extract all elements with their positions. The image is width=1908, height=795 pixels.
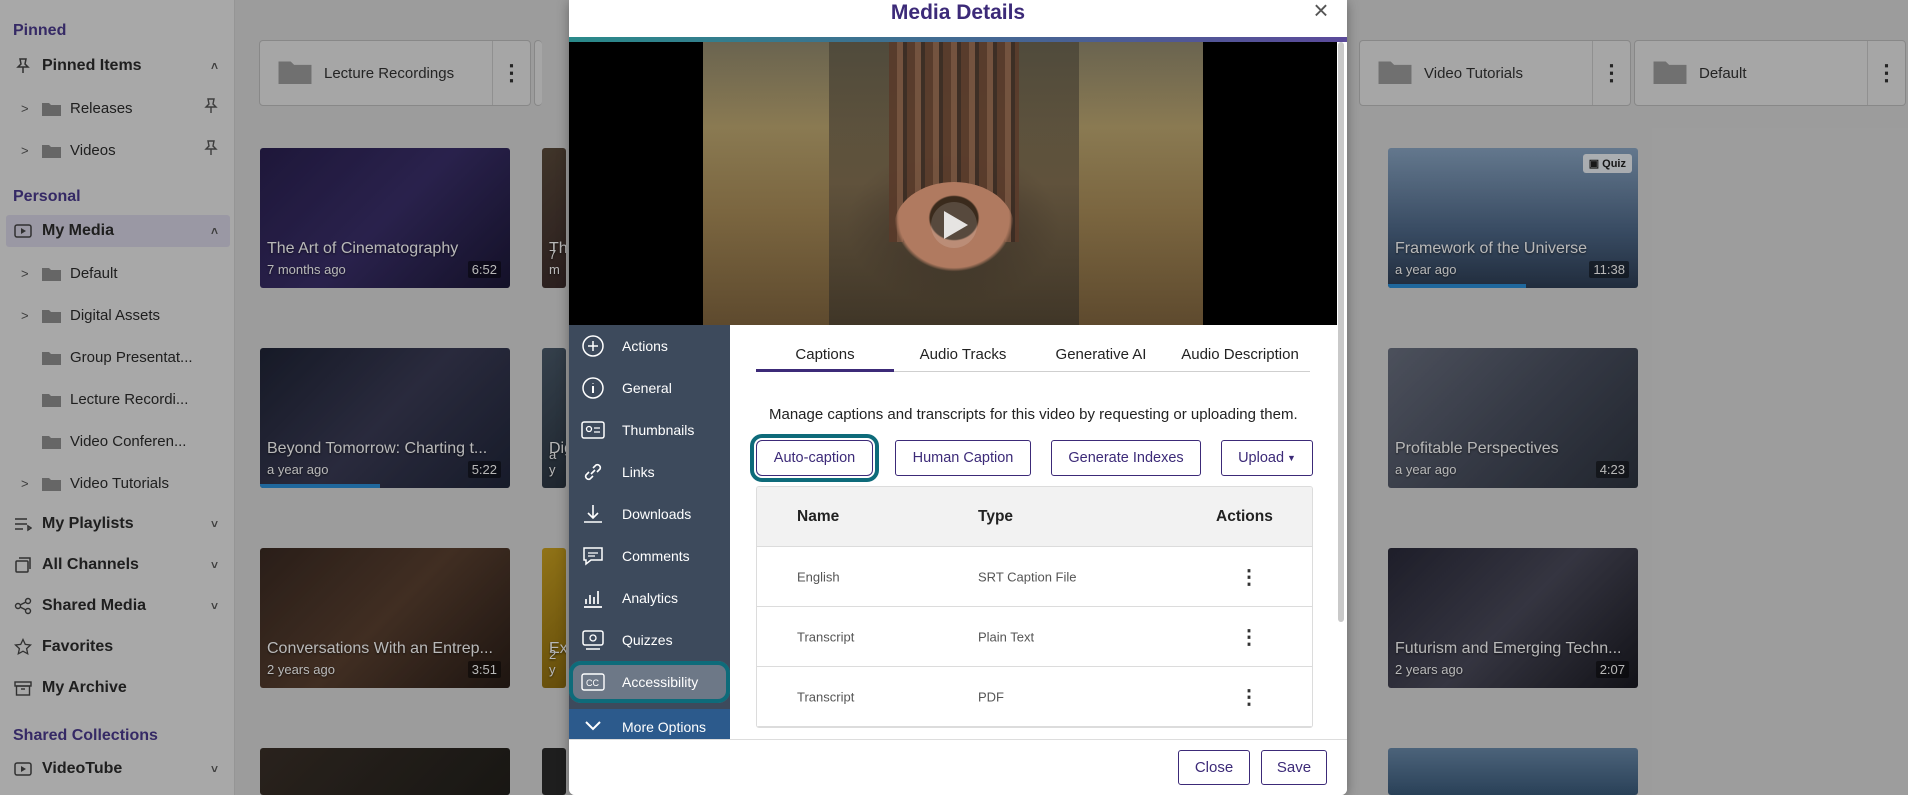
scrollbar-thumb[interactable] (1338, 42, 1344, 622)
nav-label: General (622, 380, 672, 396)
closed-captions-icon: CC (580, 669, 606, 695)
play-icon[interactable] (931, 202, 977, 248)
more-vertical-icon[interactable]: ⋮ (1239, 684, 1259, 709)
upload-label: Upload (1238, 450, 1285, 466)
caption-name: English (797, 569, 840, 584)
captions-table: Name Type Actions English SRT Caption Fi… (756, 486, 1313, 728)
captions-description: Manage captions and transcripts for this… (769, 406, 1298, 423)
nav-item-quizzes[interactable]: Quizzes (569, 619, 730, 661)
table-row: Transcript Plain Text ⋮ (757, 607, 1312, 667)
human-caption-button[interactable]: Human Caption (895, 440, 1031, 476)
nav-item-thumbnails[interactable]: Thumbnails (569, 409, 730, 451)
more-vertical-icon[interactable]: ⋮ (1239, 564, 1259, 589)
column-header-actions: Actions (1216, 507, 1273, 525)
tab-generative-ai[interactable]: Generative AI (1032, 335, 1170, 372)
more-options-label: More Options (622, 719, 707, 735)
nav-item-accessibility[interactable]: CC Accessibility (569, 661, 730, 703)
comment-icon (580, 543, 606, 569)
download-icon (580, 501, 606, 527)
table-header: Name Type Actions (757, 487, 1312, 547)
media-details-dialog: Media Details × Actions General Thumbnai… (569, 0, 1347, 795)
nav-item-links[interactable]: Links (569, 451, 730, 493)
table-row: Transcript PDF ⋮ (757, 667, 1312, 727)
save-button[interactable]: Save (1261, 750, 1327, 785)
dialog-footer: Close Save (569, 739, 1347, 795)
generate-indexes-button[interactable]: Generate Indexes (1051, 440, 1201, 476)
nav-label: Analytics (622, 590, 679, 606)
nav-label: Actions (622, 338, 668, 354)
nav-item-downloads[interactable]: Downloads (569, 493, 730, 535)
link-icon (580, 459, 606, 485)
tab-captions[interactable]: Captions (756, 335, 894, 372)
chevron-down-icon (580, 719, 606, 735)
nav-label: Accessibility (622, 674, 699, 690)
video-player[interactable] (569, 42, 1337, 325)
caption-name: Transcript (797, 629, 855, 644)
svg-text:CC: CC (586, 678, 599, 688)
caption-name: Transcript (797, 689, 855, 704)
plus-circle-icon (580, 333, 606, 359)
accessibility-tabs: Captions Audio Tracks Generative AI Audi… (756, 335, 1310, 372)
analytics-icon (580, 585, 606, 611)
nav-item-comments[interactable]: Comments (569, 535, 730, 577)
auto-caption-button[interactable]: Auto-caption (750, 434, 879, 482)
upload-button[interactable]: Upload ▼ (1221, 440, 1313, 476)
tab-audio-description[interactable]: Audio Description (1170, 335, 1310, 372)
close-icon[interactable]: × (1309, 0, 1333, 24)
nav-item-analytics[interactable]: Analytics (569, 577, 730, 619)
details-nav: Actions General Thumbnails Links Downloa… (569, 325, 730, 745)
caption-type: Plain Text (978, 629, 1035, 644)
dialog-title: Media Details (890, 1, 1026, 24)
nav-label: Comments (622, 548, 690, 564)
column-header-type: Type (978, 507, 1014, 525)
nav-label: Downloads (622, 506, 692, 522)
nav-item-actions[interactable]: Actions (569, 325, 730, 367)
more-vertical-icon[interactable]: ⋮ (1239, 624, 1259, 649)
thumbnails-icon (580, 417, 606, 443)
nav-label: Quizzes (622, 632, 673, 648)
nav-label: Thumbnails (622, 422, 695, 438)
column-header-name: Name (797, 507, 840, 525)
dialog-scrollbar[interactable] (1338, 42, 1344, 622)
nav-item-general[interactable]: General (569, 367, 730, 409)
info-icon (580, 375, 606, 401)
close-button[interactable]: Close (1178, 750, 1250, 785)
caret-down-icon: ▼ (1287, 453, 1296, 463)
nav-label: Links (622, 464, 655, 480)
caption-type: SRT Caption File (978, 569, 1077, 584)
table-row: English SRT Caption File ⋮ (757, 547, 1312, 607)
quiz-icon (580, 627, 606, 653)
tab-audio-tracks[interactable]: Audio Tracks (894, 335, 1032, 372)
accessibility-panel: Captions Audio Tracks Generative AI Audi… (730, 325, 1336, 739)
caption-type: PDF (978, 689, 1004, 704)
